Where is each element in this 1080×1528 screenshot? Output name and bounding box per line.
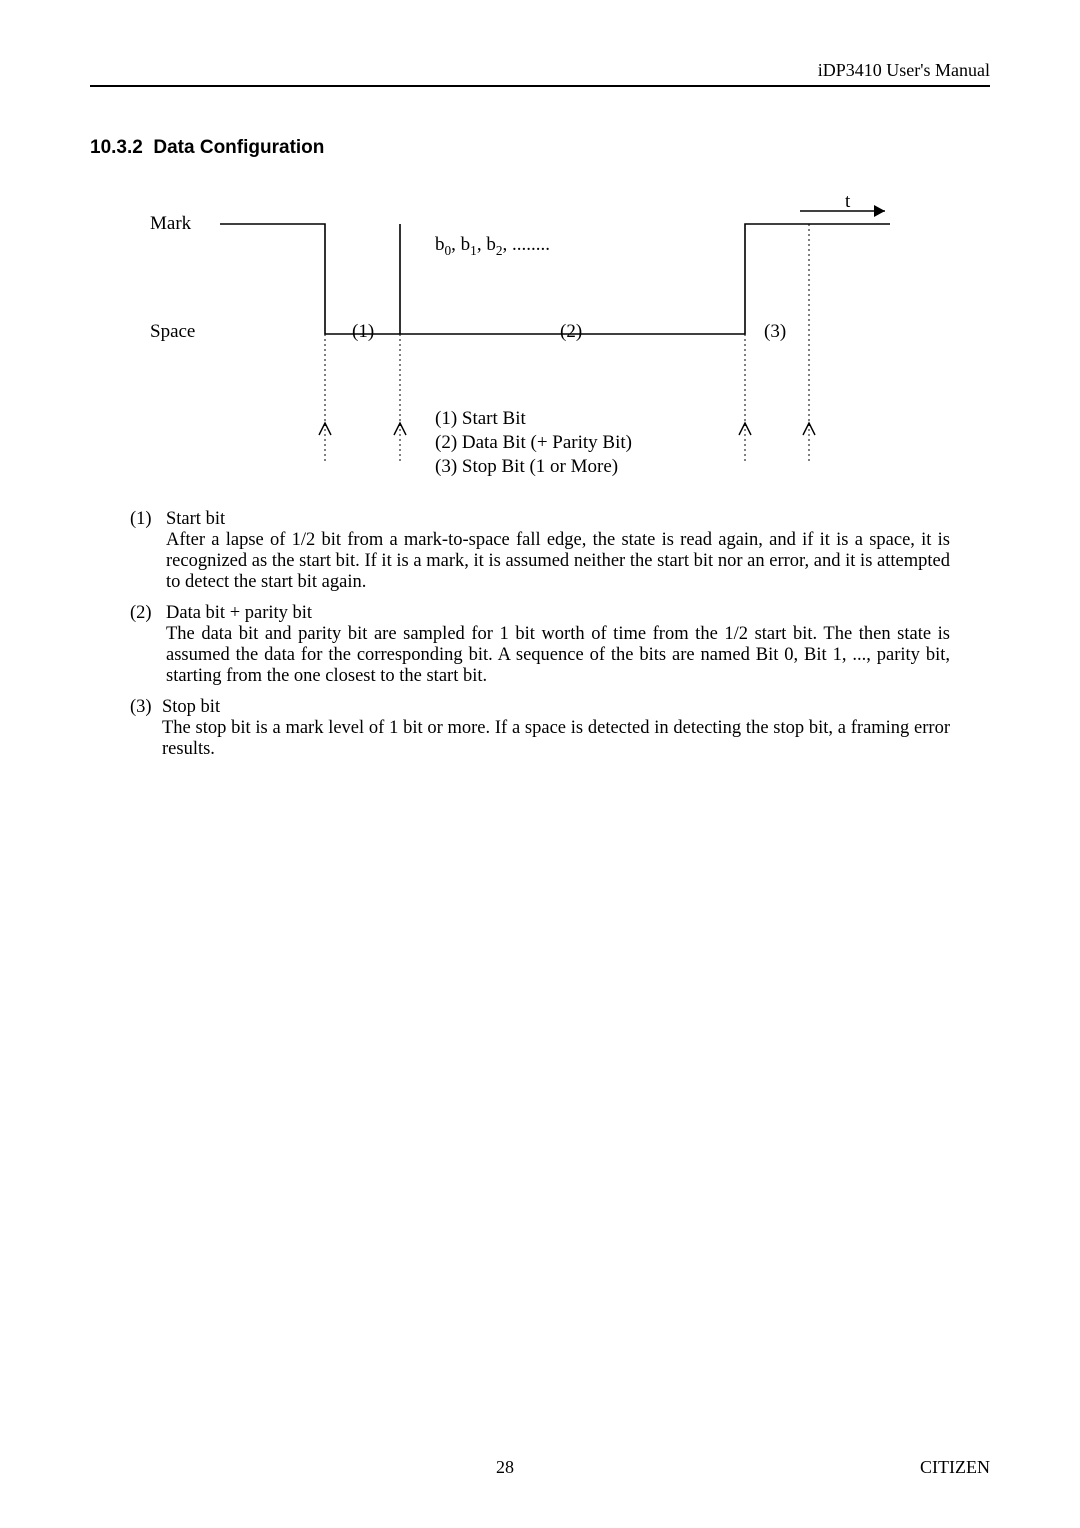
time-axis-label: t xyxy=(845,191,850,213)
level-space-label: Space xyxy=(150,321,195,343)
item-2-num: (2) xyxy=(130,603,166,624)
level-mark-label: Mark xyxy=(150,213,191,235)
section-heading: 10.3.2 Data Configuration xyxy=(90,137,990,159)
page-number: 28 xyxy=(90,1457,920,1478)
item-1: (1) Start bit After a lapse of 1/2 bit f… xyxy=(130,509,950,593)
item-1-title: Start bit xyxy=(166,509,225,530)
section-number: 10.3.2 xyxy=(90,137,143,158)
item-3-num: (3) xyxy=(130,697,162,718)
item-3-title: Stop bit xyxy=(162,697,220,718)
segment-3-label: (3) xyxy=(764,321,786,343)
legend-line-2: (2) Data Bit (+ Parity Bit) xyxy=(435,431,632,455)
item-1-body: After a lapse of 1/2 bit from a mark-to-… xyxy=(166,530,950,593)
legend-line-1: (1) Start Bit xyxy=(435,407,632,431)
item-2-title: Data bit + parity bit xyxy=(166,603,312,624)
page-header: iDP3410 User's Manual xyxy=(90,60,990,87)
item-3: (3) Stop bit The stop bit is a mark leve… xyxy=(130,697,950,760)
item-2: (2) Data bit + parity bit The data bit a… xyxy=(130,603,950,687)
timing-diagram: Mark Space t b0, b1, b2, ........ (1) (2… xyxy=(150,199,920,479)
diagram-legend: (1) Start Bit (2) Data Bit (+ Parity Bit… xyxy=(435,407,632,478)
item-2-body: The data bit and parity bit are sampled … xyxy=(166,624,950,687)
header-right: iDP3410 User's Manual xyxy=(818,60,990,80)
footer-brand: CITIZEN xyxy=(920,1457,990,1478)
segment-2-label: (2) xyxy=(560,321,582,343)
item-1-num: (1) xyxy=(130,509,166,530)
data-bits-label: b0, b1, b2, ........ xyxy=(435,234,550,259)
legend-line-3: (3) Stop Bit (1 or More) xyxy=(435,455,632,479)
page-footer: 28 CITIZEN xyxy=(90,1457,990,1478)
section-title: Data Configuration xyxy=(153,137,324,158)
item-3-body: The stop bit is a mark level of 1 bit or… xyxy=(162,718,950,760)
segment-1-label: (1) xyxy=(352,321,374,343)
body-text: (1) Start bit After a lapse of 1/2 bit f… xyxy=(130,509,950,760)
